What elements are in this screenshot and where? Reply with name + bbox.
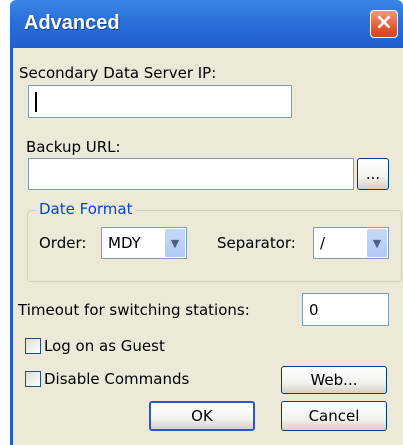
- disable-commands-label[interactable]: Disable Commands: [44, 370, 189, 388]
- advanced-dialog: Advanced × Secondary Data Server IP: Bac…: [0, 0, 403, 445]
- timeout-value: 0: [309, 300, 319, 319]
- timeout-input[interactable]: 0: [302, 293, 389, 326]
- chevron-down-icon[interactable]: ▼: [165, 229, 185, 257]
- order-value: MDY: [108, 234, 141, 252]
- dialog-title: Advanced: [24, 12, 120, 34]
- log-on-guest-label[interactable]: Log on as Guest: [44, 337, 165, 355]
- order-label: Order:: [39, 234, 87, 252]
- web-button[interactable]: Web...: [281, 366, 387, 394]
- date-format-title: Date Format: [36, 200, 136, 218]
- backup-url-input[interactable]: [28, 158, 354, 190]
- order-dropdown[interactable]: MDY ▼: [101, 227, 187, 259]
- secondary-ip-label: Secondary Data Server IP:: [19, 64, 217, 82]
- log-on-guest-checkbox[interactable]: [25, 338, 41, 354]
- close-icon: ×: [374, 10, 394, 35]
- chevron-down-icon[interactable]: ▼: [367, 229, 387, 257]
- secondary-ip-input[interactable]: [28, 85, 292, 118]
- title-bar[interactable]: Advanced ×: [10, 0, 403, 48]
- ok-button[interactable]: OK: [149, 401, 255, 431]
- separator-label: Separator:: [217, 234, 296, 252]
- separator-value: /: [320, 234, 326, 252]
- disable-commands-checkbox[interactable]: [25, 371, 41, 387]
- close-button[interactable]: ×: [370, 10, 398, 38]
- dialog-body: Secondary Data Server IP: Backup URL: ..…: [10, 48, 403, 445]
- separator-dropdown[interactable]: / ▼: [313, 227, 389, 259]
- browse-button[interactable]: ...: [357, 158, 389, 190]
- backup-url-label: Backup URL:: [26, 138, 121, 156]
- cancel-button[interactable]: Cancel: [281, 401, 387, 431]
- timeout-label: Timeout for switching stations:: [18, 301, 250, 319]
- text-caret: [35, 91, 37, 112]
